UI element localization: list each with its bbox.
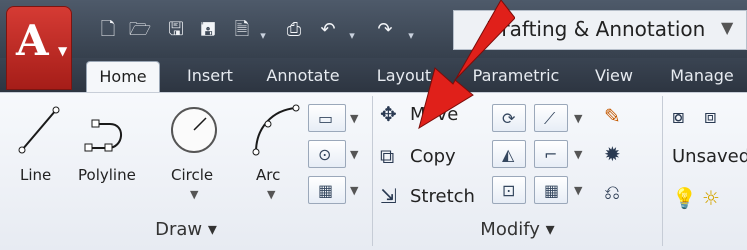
- sun-icon[interactable]: ☼: [702, 186, 720, 210]
- line-icon[interactable]: [14, 102, 68, 158]
- red-arrow-pointer-icon: [418, 0, 515, 130]
- chevron-down-icon[interactable]: ▼: [350, 148, 358, 161]
- tab-manage[interactable]: Manage: [657, 61, 747, 91]
- save-as-icon[interactable]: 🖪: [196, 18, 220, 42]
- plot-icon[interactable]: ⎙: [282, 18, 306, 42]
- polyline-label[interactable]: Polyline: [78, 166, 136, 184]
- rectangle-button[interactable]: ▭: [308, 104, 346, 132]
- chevron-down-icon[interactable]: ▾: [346, 24, 358, 48]
- move-icon[interactable]: ✥: [380, 102, 397, 126]
- chevron-down-icon[interactable]: ▼: [721, 18, 733, 37]
- workspace-name: Drafting & Annotation: [486, 17, 706, 41]
- trim-icon: ⟋: [544, 109, 556, 128]
- chevron-down-icon[interactable]: ▼: [574, 148, 582, 161]
- mirror-icon: ◭: [502, 145, 515, 164]
- scale-button[interactable]: ⊡: [492, 176, 526, 204]
- chevron-down-icon[interactable]: ▼: [350, 112, 358, 125]
- plot-preview-icon[interactable]: 🗎: [230, 18, 254, 42]
- chevron-down-icon[interactable]: ▾: [257, 24, 269, 48]
- arc-icon[interactable]: [246, 100, 306, 160]
- layer-state-icon[interactable]: ⧈: [704, 104, 717, 128]
- modify-panel-title[interactable]: Modify ▾: [373, 212, 662, 248]
- new-icon[interactable]: 🗋: [96, 18, 120, 42]
- scale-icon: ⊡: [502, 181, 516, 200]
- circle-label[interactable]: Circle: [171, 166, 213, 184]
- tab-annotate[interactable]: Annotate: [258, 61, 348, 91]
- chevron-down-icon[interactable]: ▼: [267, 188, 275, 201]
- undo-icon[interactable]: ↶: [316, 18, 340, 42]
- tab-insert[interactable]: Insert: [173, 61, 247, 91]
- line-label[interactable]: Line: [20, 166, 51, 184]
- chevron-down-icon[interactable]: ▼: [350, 184, 358, 197]
- tab-view[interactable]: View: [584, 61, 644, 91]
- array-icon: ▦: [544, 181, 560, 200]
- save-icon[interactable]: 🖫: [164, 18, 188, 42]
- copy-command[interactable]: Copy: [410, 146, 456, 167]
- offset-icon[interactable]: ⎌: [604, 180, 620, 204]
- explode-icon[interactable]: ✹: [604, 142, 621, 166]
- trim-button[interactable]: ⟋: [534, 104, 568, 132]
- layer-state-field[interactable]: Unsaved: [672, 146, 747, 167]
- autocad-logo-icon: A: [16, 16, 49, 65]
- draw-panel-title[interactable]: Draw ▾: [0, 212, 372, 248]
- copy-icon[interactable]: ⧉: [380, 144, 394, 168]
- open-icon[interactable]: 🗁: [128, 18, 152, 42]
- panel-divider: [662, 96, 663, 246]
- chevron-down-icon: ▼: [58, 44, 68, 58]
- hatch-icon: ▦: [318, 181, 334, 200]
- ellipse-button[interactable]: ⊙: [308, 140, 346, 168]
- mirror-button[interactable]: ◭: [492, 140, 526, 168]
- polyline-icon[interactable]: [80, 100, 138, 160]
- arc-label[interactable]: Arc: [256, 166, 280, 184]
- stretch-icon[interactable]: ⇲: [380, 184, 397, 208]
- circle-icon[interactable]: [164, 100, 224, 160]
- redo-icon[interactable]: ↷: [373, 18, 397, 42]
- chevron-down-icon[interactable]: ▼: [574, 184, 582, 197]
- ellipse-icon: ⊙: [318, 145, 332, 164]
- hatch-button[interactable]: ▦: [308, 176, 346, 204]
- fillet-icon: ⌐: [544, 145, 558, 164]
- application-menu-button[interactable]: A ▼: [6, 6, 72, 90]
- chevron-down-icon[interactable]: ▼: [190, 188, 198, 201]
- fillet-button[interactable]: ⌐: [534, 140, 568, 168]
- array-button[interactable]: ▦: [534, 176, 568, 204]
- bulb-icon[interactable]: 💡: [672, 186, 697, 210]
- rectangle-icon: ▭: [318, 109, 334, 128]
- tab-home[interactable]: Home: [86, 61, 160, 92]
- layer-properties-icon[interactable]: ⧇: [672, 104, 685, 128]
- chevron-down-icon[interactable]: ▼: [574, 112, 582, 125]
- stretch-command[interactable]: Stretch: [410, 186, 475, 207]
- erase-icon[interactable]: ✎: [604, 104, 621, 128]
